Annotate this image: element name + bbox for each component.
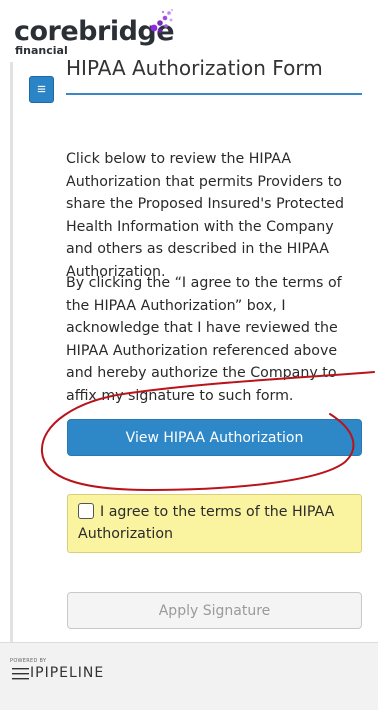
page-title: HIPAA Authorization Form	[66, 56, 323, 80]
title-divider	[66, 93, 362, 95]
agree-checkbox[interactable]	[78, 503, 94, 519]
app-header: corebridge financial	[0, 0, 378, 62]
instructions-paragraph: Click below to review the HIPAA Authoriz…	[66, 151, 344, 280]
sidebar-divider	[10, 62, 13, 642]
powered-by-label: POWERED BY	[10, 658, 47, 664]
agree-terms-box[interactable]: I agree to the terms of the HIPAA Author…	[67, 494, 362, 553]
logo-dots-icon	[150, 8, 174, 34]
ipipeline-logo: IPIPELINE	[30, 665, 105, 681]
ipipeline-lines-icon	[12, 668, 29, 680]
agree-label: I agree to the terms of the HIPAA Author…	[78, 504, 335, 542]
corebridge-logo-sub: financial	[15, 44, 68, 57]
consent-paragraph: By clicking the “I agree to the terms of…	[66, 275, 342, 404]
view-hipaa-authorization-button[interactable]: View HIPAA Authorization	[67, 419, 362, 456]
apply-signature-button[interactable]: Apply Signature	[67, 592, 362, 629]
hamburger-icon: ≡	[37, 81, 46, 98]
menu-toggle-button[interactable]: ≡	[29, 76, 54, 103]
footer: POWERED BY IPIPELINE	[0, 642, 378, 710]
